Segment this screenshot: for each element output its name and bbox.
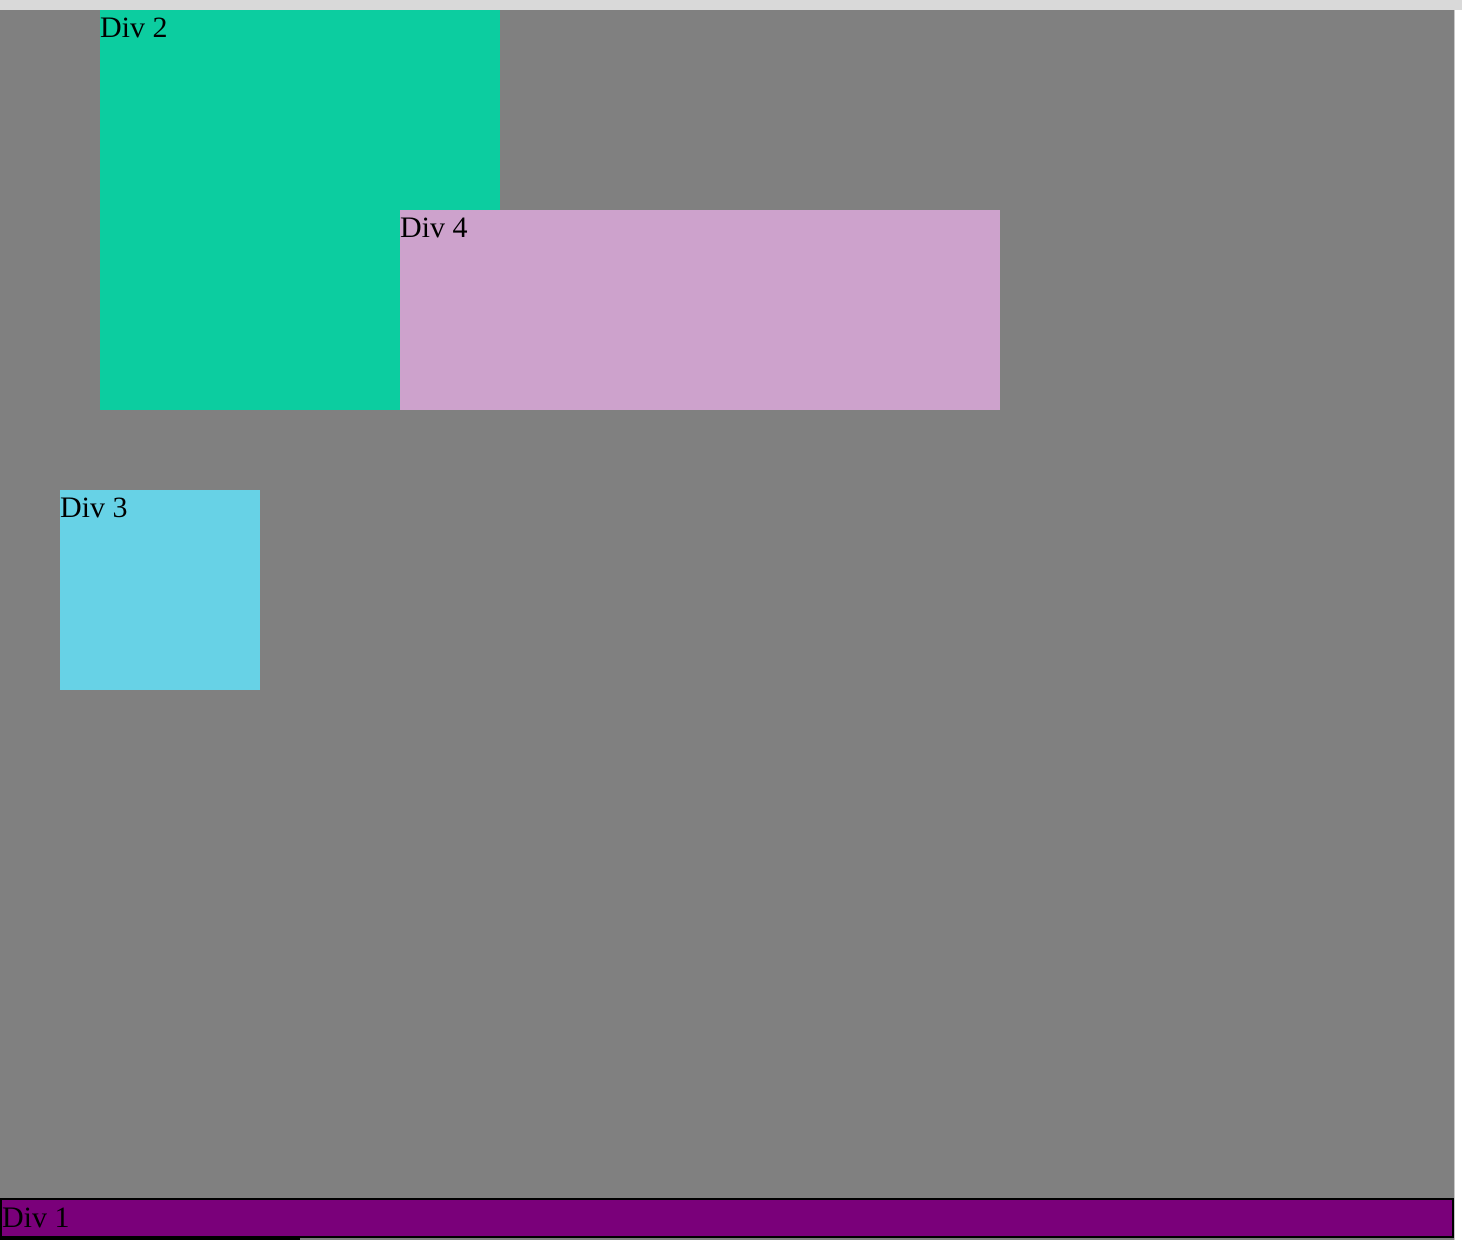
div-2-label: Div 2 — [100, 11, 168, 44]
div-4-box: Div 4 — [400, 210, 1000, 410]
window-right-edge — [1454, 10, 1462, 1240]
div-1-box: Div 1 — [0, 1198, 1454, 1238]
page-viewport: Div 2 Div 4 Div 3 Div 1 — [0, 10, 1454, 1240]
div-1-label: Div 1 — [2, 1201, 70, 1234]
div-3-box: Div 3 — [60, 490, 260, 690]
browser-top-bar — [0, 0, 1462, 10]
div-4-label: Div 4 — [400, 211, 468, 244]
div-3-label: Div 3 — [60, 491, 128, 524]
